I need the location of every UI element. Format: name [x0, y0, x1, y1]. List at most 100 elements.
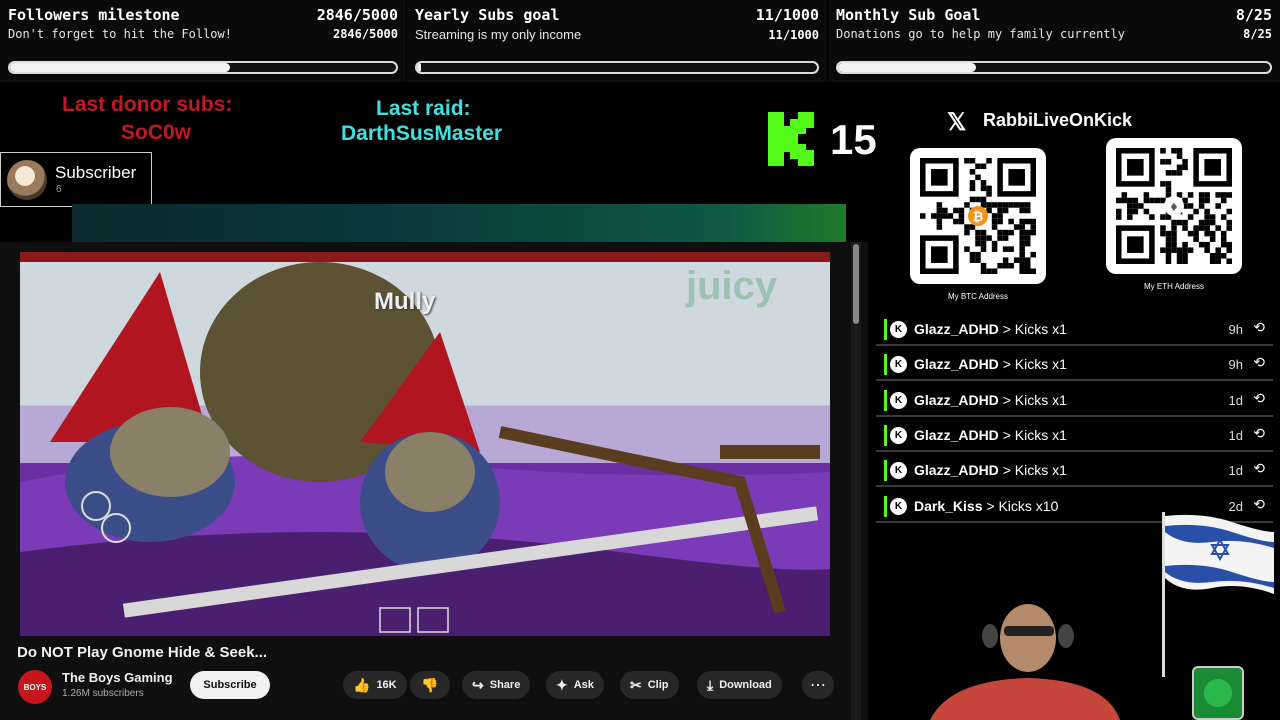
- video-title[interactable]: Do NOT Play Gnome Hide & Seek...: [17, 644, 267, 661]
- download-button[interactable]: ⤓ Download: [697, 671, 782, 699]
- avatar: [7, 160, 47, 200]
- event-user: Glazz_ADHD: [914, 391, 999, 408]
- goal-progress-bar: [8, 61, 398, 74]
- event-action: > Kicks x1: [1002, 321, 1067, 337]
- goal-title: Followers milestone: [8, 6, 180, 24]
- share-button[interactable]: ↪ Share: [462, 671, 531, 699]
- event-text: Glazz_ADHD > Kicks x1: [914, 321, 1067, 337]
- event-user: Glazz_ADHD: [914, 462, 999, 479]
- event-text: Dark_Kiss > Kicks x10: [914, 498, 1058, 514]
- event-accent-bar: [884, 389, 887, 411]
- subscriber-card: Subscriber 6: [0, 152, 152, 207]
- event-row: K Glazz_ADHD > Kicks x1 9h ⟲: [876, 313, 1273, 346]
- goal-count: 11/1000: [755, 6, 819, 24]
- event-action: > Kicks x1: [1002, 426, 1067, 443]
- event-accent-bar: [884, 319, 887, 340]
- event-row: K Glazz_ADHD > Kicks x1 9h ⟲: [876, 348, 1273, 382]
- replay-icon[interactable]: ⟲: [1253, 390, 1265, 407]
- goal-followers: Followers milestone 2846/5000 Don't forge…: [0, 0, 406, 82]
- event-time: 9h: [1228, 357, 1243, 373]
- last-donor-name: SoC0w: [121, 121, 192, 144]
- scrollbar-thumb[interactable]: [853, 244, 859, 324]
- kick-logo-icon: [768, 112, 814, 166]
- more-options-button[interactable]: ⋯: [802, 671, 834, 699]
- replay-icon[interactable]: ⟲: [1253, 319, 1265, 336]
- event-time: 9h: [1228, 322, 1243, 337]
- clip-button[interactable]: ✂ Clip: [620, 671, 679, 699]
- kick-icon: K: [890, 391, 907, 409]
- clip-label: Clip: [647, 679, 669, 691]
- ethereum-icon: ♦: [1164, 196, 1184, 216]
- replay-icon[interactable]: ⟲: [1253, 425, 1265, 442]
- event-user: Dark_Kiss: [914, 497, 983, 514]
- event-time: 1d: [1228, 463, 1243, 479]
- event-user: Glazz_ADHD: [914, 426, 999, 443]
- last-donor-label: Last donor subs:: [62, 93, 233, 116]
- channel-subscribers: 1.26M subscribers: [62, 688, 144, 699]
- goal-count: 2846/5000: [316, 6, 398, 24]
- goal-progress-bar: [415, 61, 819, 74]
- bitcoin-icon: ₿: [968, 206, 988, 226]
- event-user: Glazz_ADHD: [914, 321, 999, 337]
- goal-count-secondary: 2846/5000: [332, 27, 398, 41]
- share-label: Share: [489, 679, 521, 691]
- goal-title: Yearly Subs goal: [415, 6, 560, 24]
- event-text: Glazz_ADHD > Kicks x1: [914, 427, 1067, 443]
- event-row: K Glazz_ADHD > Kicks x1 1d ⟲: [876, 383, 1273, 417]
- event-action: > Kicks x1: [1002, 356, 1067, 373]
- download-label: Download: [719, 679, 772, 691]
- dislike-button[interactable]: 👎: [410, 671, 450, 699]
- goal-subtitle: Donations go to help my family currently: [836, 27, 1125, 41]
- kick-viewer-count: 15: [830, 116, 877, 163]
- btc-qr-label: My BTC Address: [947, 292, 1008, 301]
- event-text: Glazz_ADHD > Kicks x1: [914, 392, 1067, 408]
- scissors-icon: ✂: [630, 676, 642, 693]
- last-raid-label: Last raid:: [376, 97, 471, 120]
- event-row: K Glazz_ADHD > Kicks x1 1d ⟲: [876, 418, 1273, 452]
- replay-icon[interactable]: ⟲: [1253, 496, 1265, 513]
- event-user: Glazz_ADHD: [914, 356, 999, 373]
- goal-progress-fill: [417, 63, 422, 72]
- like-count: 16K: [376, 679, 397, 691]
- x-logo-icon: 𝕏: [947, 109, 967, 136]
- kick-icon: K: [890, 462, 907, 480]
- goal-progress-bar: [836, 61, 1272, 74]
- goal-progress-fill: [838, 63, 977, 72]
- event-accent-bar: [884, 460, 887, 482]
- goal-subtitle: Streaming is my only income: [415, 27, 582, 42]
- event-accent-bar: [884, 424, 887, 446]
- eth-qr-code: ♦: [1106, 138, 1242, 274]
- youtube-panel: Mully juicy Do NOT Play Gnome Hide & See…: [0, 242, 868, 720]
- event-text: Glazz_ADHD > Kicks x1: [914, 356, 1067, 372]
- channel-avatar[interactable]: BOYS: [18, 670, 52, 704]
- event-time: 1d: [1228, 427, 1243, 443]
- replay-icon[interactable]: ⟲: [1253, 460, 1265, 477]
- event-accent-bar: [884, 354, 887, 376]
- like-button[interactable]: 👍 16K: [343, 671, 407, 699]
- download-icon: ⤓: [707, 676, 714, 693]
- subscriber-title: Subscriber: [55, 163, 137, 182]
- subscriber-count: 6: [56, 184, 62, 195]
- video-player[interactable]: Mully juicy: [20, 252, 830, 636]
- goal-monthly-subs: Monthly Sub Goal 8/25 Donations go to hel…: [828, 0, 1280, 82]
- event-text: Glazz_ADHD > Kicks x1: [914, 462, 1067, 478]
- israel-flag-icon: [1162, 512, 1274, 677]
- thumbs-up-icon: 👍: [353, 676, 371, 693]
- event-row: K Glazz_ADHD > Kicks x1 1d ⟲: [876, 454, 1273, 488]
- video-watermark: juicy: [686, 264, 778, 308]
- ask-label: Ask: [573, 679, 594, 691]
- event-accent-bar: [884, 495, 887, 517]
- scrollbar[interactable]: [851, 242, 861, 720]
- more-icon: ⋯: [810, 677, 826, 694]
- thumbs-down-icon: 👎: [421, 676, 439, 693]
- sparkle-icon: ✦: [556, 676, 568, 693]
- channel-name[interactable]: The Boys Gaming: [62, 670, 173, 685]
- alert-banner: [72, 204, 846, 242]
- replay-icon[interactable]: ⟲: [1253, 354, 1265, 371]
- subscribe-button[interactable]: Subscribe: [190, 671, 270, 699]
- kick-icon: K: [890, 321, 907, 338]
- goal-title: Monthly Sub Goal: [836, 6, 981, 24]
- kick-icon: K: [890, 426, 907, 444]
- ask-button[interactable]: ✦ Ask: [546, 671, 604, 699]
- goal-subtitle: Don't forget to hit the Follow!: [8, 27, 232, 41]
